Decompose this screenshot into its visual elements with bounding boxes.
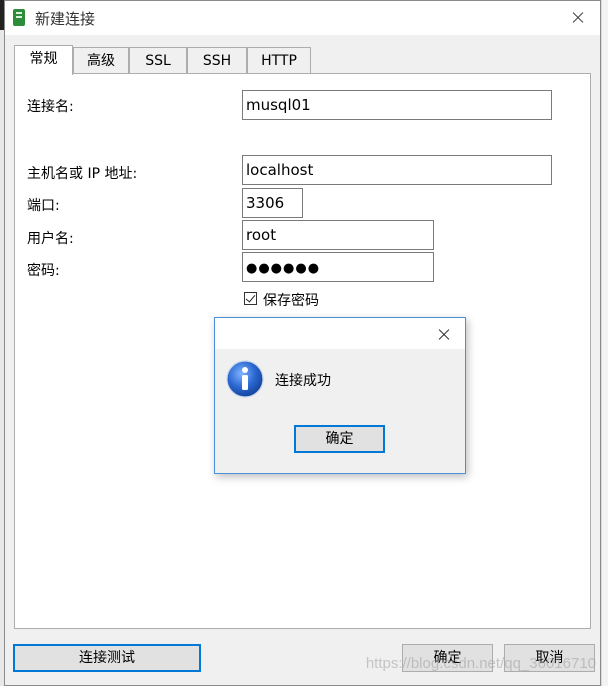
background-window-right [601, 0, 608, 686]
dialog-message: 连接成功 [275, 373, 331, 389]
dialog-close-icon[interactable] [429, 322, 459, 346]
info-icon [226, 360, 264, 398]
user-input[interactable]: root [242, 220, 434, 250]
tab-general[interactable]: 常规 [14, 45, 73, 75]
save-password-label: 保存密码 [263, 293, 319, 309]
title-bar: 新建连接 [5, 1, 600, 35]
watermark: https://blog.csdn.net/qq_36016710 [365, 655, 596, 672]
save-password-checkbox[interactable] [244, 292, 257, 305]
tab-ssl[interactable]: SSL [129, 47, 187, 73]
screen: 新建连接 常规 高级 SSL SSH HTTP 连接名: musql01 主机名… [0, 0, 608, 686]
host-input[interactable]: localhost [242, 155, 552, 185]
dialog-title-bar [215, 318, 465, 349]
password-input[interactable]: ●●●●●● [242, 252, 434, 282]
test-connection-button[interactable]: 连接测试 [13, 644, 201, 672]
tab-advanced[interactable]: 高级 [73, 47, 129, 73]
database-icon [13, 9, 25, 26]
tab-ssh[interactable]: SSH [187, 47, 247, 73]
tab-http[interactable]: HTTP [247, 47, 311, 73]
port-label: 端口: [27, 198, 60, 214]
dialog-ok-button[interactable]: 确定 [294, 425, 385, 453]
host-label: 主机名或 IP 地址: [27, 166, 138, 182]
window-title: 新建连接 [35, 10, 96, 28]
window-close-icon[interactable] [554, 1, 600, 35]
connection-name-label: 连接名: [27, 99, 74, 115]
user-label: 用户名: [27, 231, 74, 247]
port-input[interactable]: 3306 [242, 188, 303, 218]
password-label: 密码: [27, 263, 60, 279]
connection-name-input[interactable]: musql01 [242, 90, 552, 120]
message-dialog: 连接成功 确定 [214, 317, 466, 474]
